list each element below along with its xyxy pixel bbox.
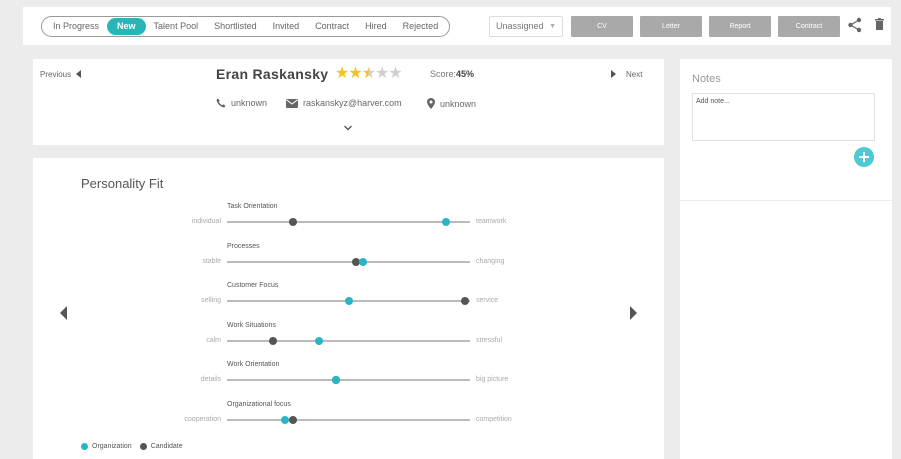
score-value: 45%: [456, 69, 475, 79]
divider: [680, 200, 892, 201]
trait-right-label: changing: [476, 257, 505, 265]
previous-button[interactable]: Previous: [40, 70, 82, 79]
trait-name: Processes: [227, 242, 260, 250]
tab-new[interactable]: New: [107, 18, 146, 35]
chevron-down-icon: ▼: [549, 23, 556, 30]
contact-phone: unknown: [216, 98, 267, 108]
next-button[interactable]: Next: [611, 70, 642, 79]
tab-talent-pool[interactable]: Talent Pool: [146, 18, 207, 35]
email-value[interactable]: raskanskyz@harver.com: [303, 98, 402, 108]
next-label: Next: [626, 70, 643, 79]
tab-in-progress[interactable]: In Progress: [45, 18, 107, 35]
trait-row: Task Orientation individual teamwork: [33, 203, 664, 237]
assignee-value: Unassigned: [496, 21, 544, 31]
trait-slider-track: [227, 218, 470, 226]
candidate-name: Eran Raskansky: [216, 66, 329, 82]
tab-hired[interactable]: Hired: [357, 18, 395, 35]
trait-left-label: cooperation: [184, 415, 221, 423]
trait-right-label: competition: [476, 415, 512, 423]
trait-left-label: details: [200, 376, 221, 383]
star-icon: ★: [348, 65, 362, 82]
chart-legend: Organization Candidate: [81, 443, 183, 450]
trait-row: Work Situations calm stressful: [33, 322, 664, 356]
notes-title: Notes: [692, 73, 721, 85]
envelope-icon: [286, 98, 298, 108]
tab-rejected[interactable]: Rejected: [395, 18, 447, 35]
tab-invited[interactable]: Invited: [265, 18, 308, 35]
organization-marker: [332, 376, 341, 384]
trait-slider-track: [227, 297, 470, 305]
candidate-marker: [269, 336, 278, 345]
candidate-dot-icon: [139, 443, 147, 450]
tab-shortlisted[interactable]: Shortlisted: [206, 18, 265, 35]
trait-slider-track: [227, 336, 470, 345]
cv-button[interactable]: CV: [571, 16, 633, 37]
letter-button[interactable]: Letter: [640, 16, 702, 37]
star-empty-icon: ★: [388, 65, 402, 82]
trash-icon[interactable]: [875, 18, 884, 30]
trait-name: Organizational focus: [227, 400, 291, 408]
contact-location: unknown: [427, 98, 476, 109]
trait-name: Customer Focus: [227, 282, 279, 289]
trait-name: Work Situations: [227, 321, 276, 329]
trait-left-label: calm: [206, 336, 221, 344]
caret-right-icon: [611, 70, 616, 78]
note-input[interactable]: Add note...: [692, 93, 875, 141]
trait-name: Task Orientation: [227, 203, 278, 210]
legend-candidate: Candidate: [150, 443, 183, 450]
trait-right-label: teamwork: [476, 218, 507, 225]
star-empty-icon: ★: [375, 65, 389, 82]
candidate-marker: [288, 218, 297, 226]
score-label: Score:: [430, 69, 457, 79]
add-note-button[interactable]: [854, 147, 874, 167]
personality-fit-panel: Personality Fit Task Orientation individu…: [33, 158, 664, 459]
trait-right-label: stressful: [476, 336, 503, 344]
top-toolbar: In Progress New Talent Pool Shortlisted …: [23, 7, 891, 45]
assignee-select[interactable]: Unassigned ▼: [489, 16, 563, 37]
organization-marker: [441, 218, 450, 226]
tab-contract[interactable]: Contract: [307, 18, 357, 35]
candidate-marker: [288, 415, 297, 424]
trait-left-label: individual: [191, 218, 221, 225]
organization-marker: [344, 297, 353, 305]
trait-slider-track: [227, 376, 470, 384]
trait-row: Work Orientation details big picture: [33, 361, 664, 395]
trait-row: Customer Focus selling service: [33, 282, 664, 316]
legend-organization: Organization: [92, 443, 132, 450]
star-half-icon: ★: [361, 65, 376, 82]
panel-title: Personality Fit: [81, 176, 164, 191]
organization-dot-icon: [81, 443, 88, 450]
organization-marker: [359, 257, 368, 266]
phone-value: unknown: [231, 98, 268, 108]
trait-row: Organizational focus cooperation competiti…: [33, 401, 664, 435]
trait-left-label: selling: [201, 297, 221, 304]
report-button[interactable]: Report: [709, 16, 771, 37]
trait-row: Processes stable changing: [33, 243, 664, 277]
candidate-card: Previous Eran Raskansky ★★★★★ Score:45% …: [33, 59, 664, 145]
chevron-down-icon[interactable]: [343, 124, 353, 132]
phone-icon: [216, 98, 226, 108]
star-icon: ★: [335, 65, 349, 82]
status-tabs: In Progress New Talent Pool Shortlisted …: [41, 16, 451, 37]
contract-button[interactable]: Contract: [778, 16, 840, 37]
notes-panel: Notes Add note...: [680, 59, 892, 459]
trait-right-label: service: [476, 297, 499, 304]
rating-stars: ★★★★★: [335, 63, 403, 83]
organization-marker: [315, 336, 324, 345]
organization-marker: [281, 415, 290, 424]
trait-right-label: big picture: [476, 376, 509, 383]
score: Score:45%: [430, 69, 474, 79]
trait-slider-track: [227, 415, 470, 424]
caret-left-icon: [76, 70, 82, 78]
previous-label: Previous: [40, 70, 72, 79]
contact-email: raskanskyz@harver.com: [286, 98, 402, 108]
share-icon[interactable]: [847, 17, 863, 33]
trait-name: Work Orientation: [227, 361, 280, 368]
location-value: unknown: [440, 98, 477, 109]
map-pin-icon: [427, 98, 435, 109]
trait-left-label: stable: [202, 257, 221, 265]
trait-slider-track: [227, 257, 470, 266]
candidate-marker: [461, 297, 470, 305]
